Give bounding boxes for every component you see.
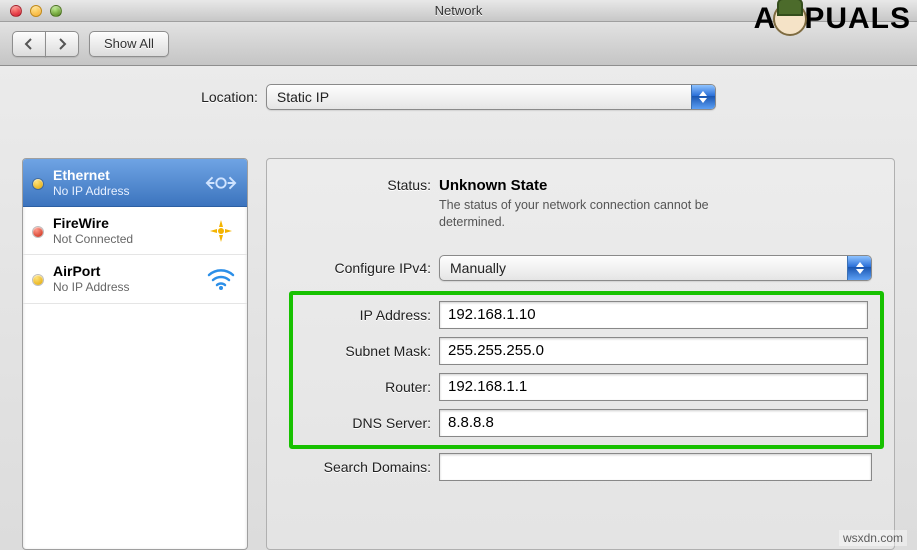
location-row: Location: Static IP [0, 66, 917, 126]
location-select[interactable]: Static IP [266, 84, 716, 110]
search-domains-input[interactable] [439, 453, 872, 481]
preferences-window: Network Show All Location: Static IP Eth… [0, 0, 917, 550]
minimize-window-button[interactable] [30, 5, 42, 17]
brand-text-right: PUALS [804, 2, 911, 36]
chevron-right-icon [56, 38, 68, 50]
sidebar-item-name: Ethernet [53, 167, 130, 184]
source-url-watermark: wsxdn.com [839, 530, 907, 546]
status-title: Unknown State [439, 177, 872, 194]
show-all-button[interactable]: Show All [89, 31, 169, 57]
status-dot-icon [33, 275, 43, 285]
zoom-window-button[interactable] [50, 5, 62, 17]
select-stepper-icon [691, 85, 715, 109]
status-description: The status of your network connection ca… [439, 197, 759, 231]
location-value: Static IP [277, 89, 329, 105]
interfaces-sidebar: Ethernet No IP Address FireWire Not Conn… [22, 158, 248, 550]
sidebar-item-sub: No IP Address [53, 280, 130, 294]
sidebar-item-airport[interactable]: AirPort No IP Address [23, 255, 247, 303]
firewire-icon [205, 217, 237, 245]
sidebar-item-firewire[interactable]: FireWire Not Connected [23, 207, 247, 255]
status-dot-icon [33, 179, 43, 189]
window-controls [10, 5, 62, 17]
detail-panel: Status: Unknown State The status of your… [266, 158, 895, 550]
close-window-button[interactable] [10, 5, 22, 17]
sidebar-item-sub: No IP Address [53, 184, 130, 198]
status-dot-icon [33, 227, 43, 237]
location-label: Location: [201, 89, 258, 105]
router-row: Router: [293, 373, 868, 401]
sidebar-item-text: FireWire Not Connected [53, 215, 133, 246]
configure-value: Manually [450, 260, 506, 276]
select-stepper-icon [847, 256, 871, 280]
sidebar-item-text: Ethernet No IP Address [53, 167, 130, 198]
wifi-icon [205, 265, 237, 293]
configure-label: Configure IPv4: [289, 260, 439, 276]
configure-row: Configure IPv4: Manually [289, 255, 872, 281]
ip-row: IP Address: [293, 301, 868, 329]
router-input[interactable] [439, 373, 868, 401]
sidebar-item-name: AirPort [53, 263, 130, 280]
router-label: Router: [293, 379, 439, 395]
ip-fields-highlight: IP Address: Subnet Mask: Router: DNS Ser… [289, 291, 884, 449]
chevron-left-icon [23, 38, 35, 50]
back-button[interactable] [12, 31, 46, 57]
subnet-label: Subnet Mask: [293, 343, 439, 359]
search-domains-label: Search Domains: [289, 459, 439, 475]
ethernet-icon [205, 169, 237, 197]
brand-watermark: A PUALS [754, 2, 911, 36]
brand-avatar-icon [773, 2, 807, 36]
main-area: Ethernet No IP Address FireWire Not Conn… [22, 158, 895, 550]
dns-row: DNS Server: [293, 409, 868, 437]
ip-address-input[interactable] [439, 301, 868, 329]
ip-label: IP Address: [293, 307, 439, 323]
subnet-mask-input[interactable] [439, 337, 868, 365]
sidebar-item-sub: Not Connected [53, 232, 133, 246]
subnet-row: Subnet Mask: [293, 337, 868, 365]
forward-button[interactable] [45, 31, 79, 57]
status-label: Status: [289, 177, 439, 193]
nav-segmented [12, 31, 79, 57]
search-domains-row: Search Domains: [289, 453, 872, 481]
sidebar-item-ethernet[interactable]: Ethernet No IP Address [23, 159, 247, 207]
sidebar-item-text: AirPort No IP Address [53, 263, 130, 294]
sidebar-item-name: FireWire [53, 215, 133, 232]
dns-label: DNS Server: [293, 415, 439, 431]
dns-server-input[interactable] [439, 409, 868, 437]
status-row: Status: Unknown State The status of your… [289, 177, 872, 231]
configure-ipv4-select[interactable]: Manually [439, 255, 872, 281]
status-value: Unknown State The status of your network… [439, 177, 872, 231]
